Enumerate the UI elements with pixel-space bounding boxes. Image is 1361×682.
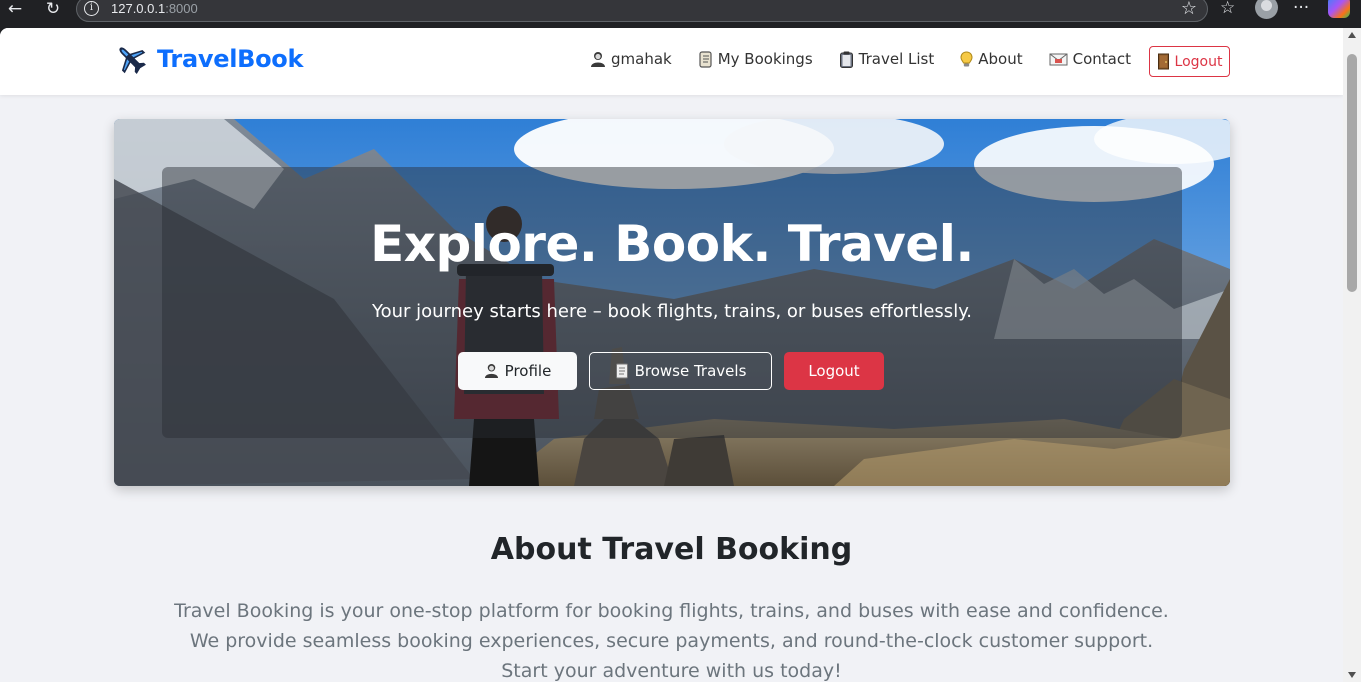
browse-travels-button[interactable]: Browse Travels (589, 352, 772, 390)
nav-item-label: My Bookings (717, 50, 813, 68)
profile-button-label: Profile (504, 362, 552, 380)
address-bar[interactable]: i 127.0.0.1:8000 ☆ (76, 0, 1208, 22)
nav-logout-button[interactable]: Logout (1149, 46, 1230, 77)
hero-logout-button[interactable]: Logout (784, 352, 884, 390)
scroll-up-icon[interactable] (1348, 32, 1356, 38)
brand-name[interactable]: TravelBook (157, 45, 303, 73)
nav-item-about[interactable]: About (960, 50, 1023, 68)
favorites-icon[interactable]: ☆ (1220, 0, 1235, 18)
airplane-icon (119, 47, 146, 74)
lightbulb-icon (960, 50, 973, 66)
brand-logo[interactable]: TravelBook (114, 42, 303, 76)
clipboard-icon (839, 51, 853, 68)
profile-button[interactable]: Profile (458, 352, 577, 390)
nav-item-label: Contact (1072, 50, 1131, 68)
user-icon (591, 51, 605, 67)
nav-item-label: About (978, 50, 1023, 68)
nav-item-contact[interactable]: Contact (1049, 50, 1131, 68)
logout-label: Logout (1174, 53, 1223, 70)
nav-item-profile[interactable]: gmahak (590, 50, 672, 68)
page-scrollbar[interactable] (1343, 28, 1361, 682)
more-menu-icon[interactable]: ··· (1293, 0, 1309, 18)
about-heading: About Travel Booking (490, 532, 853, 567)
hero-title: Explore. Book. Travel. (370, 215, 974, 273)
hero-subtitle: Your journey starts here – book flights,… (371, 301, 972, 322)
url-text: 127.0.0.1:8000 (111, 1, 198, 16)
nav-item-travel-list[interactable]: Travel List (839, 50, 935, 68)
hero-banner: Explore. Book. Travel. Your journey star… (114, 119, 1230, 486)
page-viewport: TravelBook gmahak My Bookings Travel Lis… (0, 28, 1343, 682)
nav-item-my-bookings[interactable]: My Bookings (698, 50, 813, 68)
about-paragraph: Travel Booking is your one-stop platform… (174, 600, 1169, 682)
site-info-icon[interactable]: i (84, 1, 99, 16)
scrollbar-thumb[interactable] (1347, 54, 1357, 292)
document-icon (615, 363, 628, 379)
browser-toolbar: ← ↻ i 127.0.0.1:8000 ☆ ☆ ··· (0, 0, 1361, 24)
bookmark-star-icon[interactable]: ☆ (1181, 0, 1197, 19)
hero-logout-label: Logout (808, 362, 860, 380)
door-icon (1157, 53, 1169, 70)
scroll-down-icon[interactable] (1348, 672, 1356, 678)
nav-item-label: gmahak (611, 50, 672, 68)
envelope-icon (1049, 53, 1068, 65)
browse-travels-label: Browse Travels (634, 362, 747, 380)
nav-item-label: Travel List (858, 50, 935, 68)
user-icon (484, 363, 498, 379)
hero-actions: Profile Browse Travels Logout (458, 352, 896, 390)
nav-links: gmahak My Bookings Travel List About Con… (590, 50, 1157, 68)
scroll-icon (699, 50, 712, 68)
top-navbar: TravelBook gmahak My Bookings Travel Lis… (0, 28, 1343, 95)
copilot-icon[interactable] (1328, 0, 1350, 18)
avatar[interactable] (1255, 0, 1278, 19)
reload-icon[interactable]: ↻ (42, 0, 64, 20)
back-arrow-icon[interactable]: ← (4, 0, 26, 20)
